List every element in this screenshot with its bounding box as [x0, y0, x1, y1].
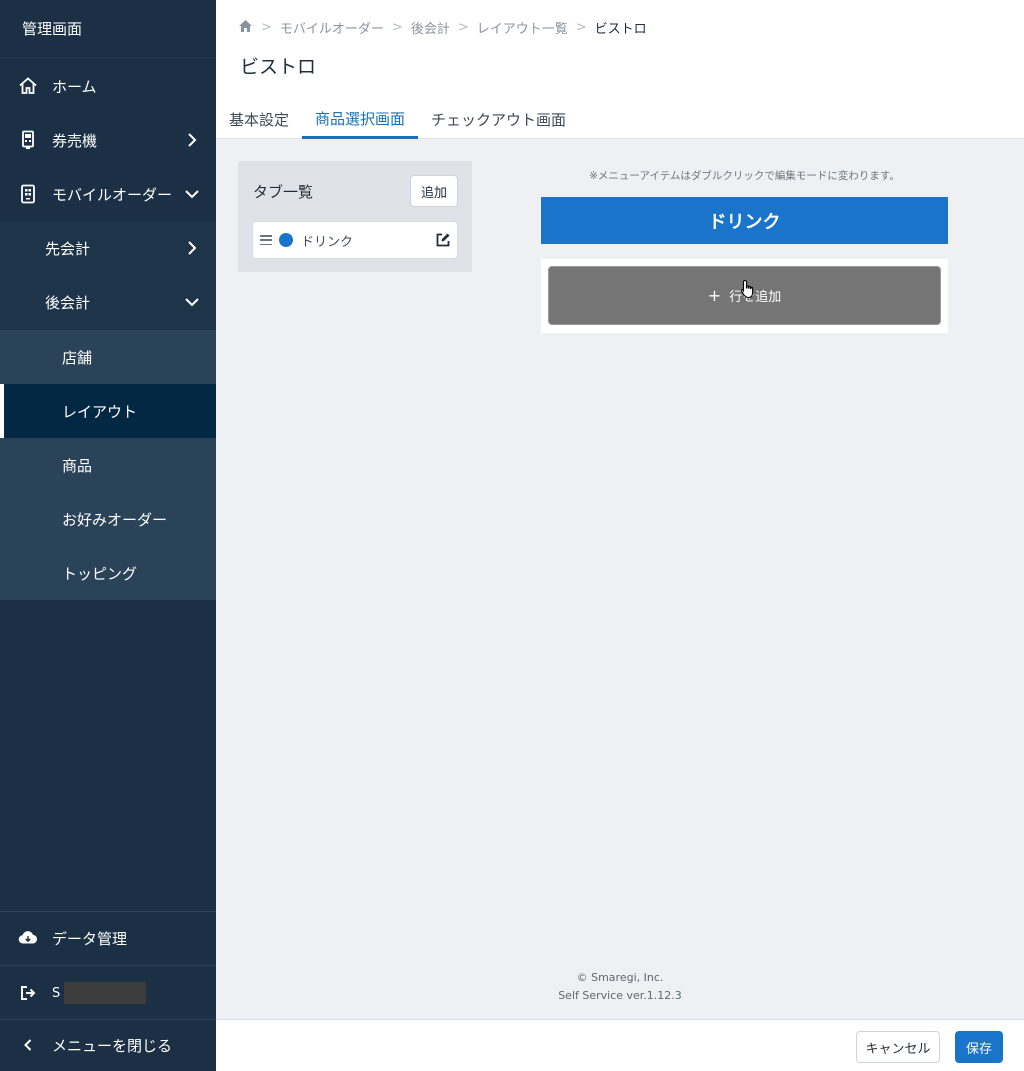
- sidebar-item-label: 券売機: [52, 131, 98, 150]
- chevron-right-icon: >: [457, 20, 469, 35]
- user-initial: S: [52, 985, 61, 1001]
- breadcrumb-current: ビストロ: [594, 22, 647, 37]
- tab-list-item-label: ドリンク: [301, 234, 354, 250]
- tab-list-item[interactable]: ドリンク: [252, 221, 458, 259]
- sidebar-item-label: 先会計: [45, 239, 91, 258]
- hand-cursor-icon: [740, 279, 754, 299]
- sidebar-item-label: トッピング: [62, 564, 138, 583]
- breadcrumb-link[interactable]: 後会計: [411, 18, 450, 37]
- sidebar-title: 管理画面: [0, 0, 216, 58]
- save-button[interactable]: 保存: [955, 1031, 1003, 1063]
- chevron-down-icon: [185, 298, 199, 307]
- sidebar-item-label: メニューを閉じる: [52, 1036, 173, 1055]
- chevron-right-icon: [188, 133, 197, 147]
- breadcrumb: > モバイルオーダー > 後会計 > レイアウト一覧 > ビストロ: [238, 18, 647, 37]
- sidebar-item-label: ホーム: [52, 77, 97, 96]
- home-icon[interactable]: [238, 19, 253, 37]
- sidebar-item-prepay[interactable]: 先会計: [0, 221, 216, 275]
- chevron-right-icon: >: [391, 20, 403, 35]
- sidebar-item-label: データ管理: [52, 929, 128, 948]
- redacted-username: [64, 982, 147, 1004]
- tab-list-title: タブ一覧: [253, 183, 314, 201]
- chevron-right-icon: >: [575, 20, 587, 35]
- mobile-order-icon: [18, 184, 38, 204]
- page-header: > モバイルオーダー > 後会計 > レイアウト一覧 > ビストロ ビストロ 基…: [216, 0, 1024, 139]
- sidebar-item-label: 商品: [62, 456, 93, 475]
- sidebar-close-menu-button[interactable]: メニューを閉じる: [0, 1019, 216, 1071]
- sidebar: 管理画面 ホーム 券売機 モバイルオーダー 先会計 後会計 店舗 レイアウト 商…: [0, 0, 216, 1071]
- cloud-icon: [18, 928, 38, 948]
- plus-icon: +: [707, 286, 722, 305]
- sidebar-item-logout[interactable]: S: [0, 966, 216, 1020]
- tab-bar: 基本設定 商品選択画面 チェックアウト画面: [216, 100, 579, 139]
- tab-color-dot: [279, 233, 293, 247]
- chevron-right-icon: >: [261, 20, 272, 35]
- home-icon: [18, 76, 38, 96]
- sidebar-item-label: 店舗: [62, 348, 93, 367]
- tab-basic-settings[interactable]: 基本設定: [216, 100, 302, 139]
- sidebar-item-postpay[interactable]: 後会計: [0, 275, 216, 329]
- page-title: ビストロ: [240, 56, 317, 78]
- copyright-text: © Smaregi, Inc.: [576, 971, 664, 984]
- sidebar-item-label: レイアウト: [62, 402, 138, 421]
- chevron-right-icon: [188, 241, 197, 255]
- sidebar-item-label: モバイルオーダー: [52, 185, 173, 204]
- version-text: Self Service ver.1.12.3: [558, 989, 682, 1002]
- add-tab-button[interactable]: 追加: [410, 175, 458, 207]
- logout-icon: [18, 983, 38, 1003]
- edit-icon[interactable]: [435, 232, 451, 248]
- breadcrumb-link[interactable]: レイアウト一覧: [477, 18, 568, 37]
- sidebar-item-topping[interactable]: トッピング: [0, 546, 216, 600]
- edit-hint-text: ※メニューアイテムはダブルクリックで編集モードに変わります。: [589, 170, 900, 182]
- sidebar-item-product[interactable]: 商品: [0, 438, 216, 492]
- sidebar-item-mobile-order[interactable]: モバイルオーダー: [0, 167, 216, 221]
- chevron-left-icon: [18, 1035, 38, 1055]
- cancel-button[interactable]: キャンセル: [856, 1031, 940, 1063]
- sidebar-item-label: お好みオーダー: [62, 510, 168, 529]
- sidebar-item-ticket-machine[interactable]: 券売機: [0, 113, 216, 167]
- tab-checkout[interactable]: チェックアウト画面: [418, 100, 579, 139]
- category-header[interactable]: ドリンク: [541, 197, 948, 244]
- sidebar-item-label: 後会計: [45, 293, 91, 312]
- action-bar: キャンセル 保存: [216, 1019, 1024, 1071]
- footer-info: © Smaregi, Inc. Self Service ver.1.12.3: [216, 969, 1024, 1005]
- sidebar-item-custom-order[interactable]: お好みオーダー: [0, 492, 216, 546]
- drag-handle-icon[interactable]: [260, 235, 272, 245]
- tab-product-selection[interactable]: 商品選択画面: [302, 100, 419, 139]
- breadcrumb-link[interactable]: モバイルオーダー: [280, 18, 384, 37]
- sidebar-item-data-management[interactable]: データ管理: [0, 911, 216, 965]
- chevron-down-icon: [185, 190, 199, 199]
- tab-list-panel: タブ一覧 追加 ドリンク: [238, 161, 472, 272]
- sidebar-item-store[interactable]: 店舗: [0, 330, 216, 384]
- ticket-machine-icon: [18, 130, 38, 150]
- sidebar-item-home[interactable]: ホーム: [0, 59, 216, 113]
- sidebar-item-layout[interactable]: レイアウト: [0, 384, 216, 438]
